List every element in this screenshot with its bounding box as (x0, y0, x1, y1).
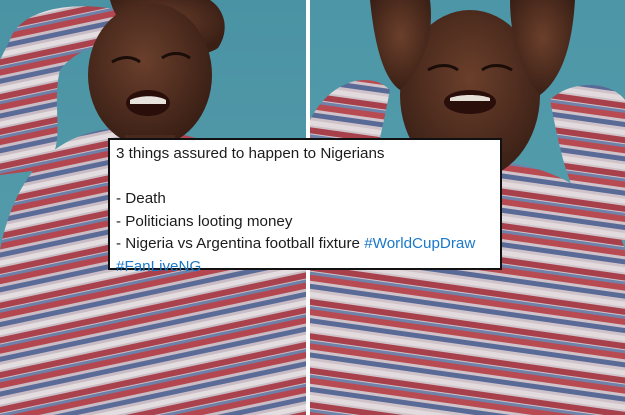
tweet-item: - Nigeria vs Argentina football fixture (116, 235, 360, 252)
crying-mouth (444, 90, 496, 114)
tweet-spacer (116, 166, 494, 189)
tweet-card: 3 things assured to happen to Nigerians … (108, 138, 502, 275)
tweet-item-with-hashtag: - Nigeria vs Argentina football fixture … (116, 233, 494, 256)
hashtag-link[interactable]: #FanLiveNG (116, 258, 201, 275)
tweet-hashtag-line: #FanLiveNG (116, 256, 494, 279)
tweet-headline: 3 things assured to happen to Nigerians (116, 145, 385, 162)
tweet-item: - Politicians looting money (116, 212, 293, 230)
tweet-item: - Death (116, 190, 166, 207)
face (88, 3, 212, 147)
hashtag-link[interactable]: #WorldCupDraw (364, 235, 475, 252)
meme-image: 3 things assured to happen to Nigerians … (0, 0, 625, 415)
